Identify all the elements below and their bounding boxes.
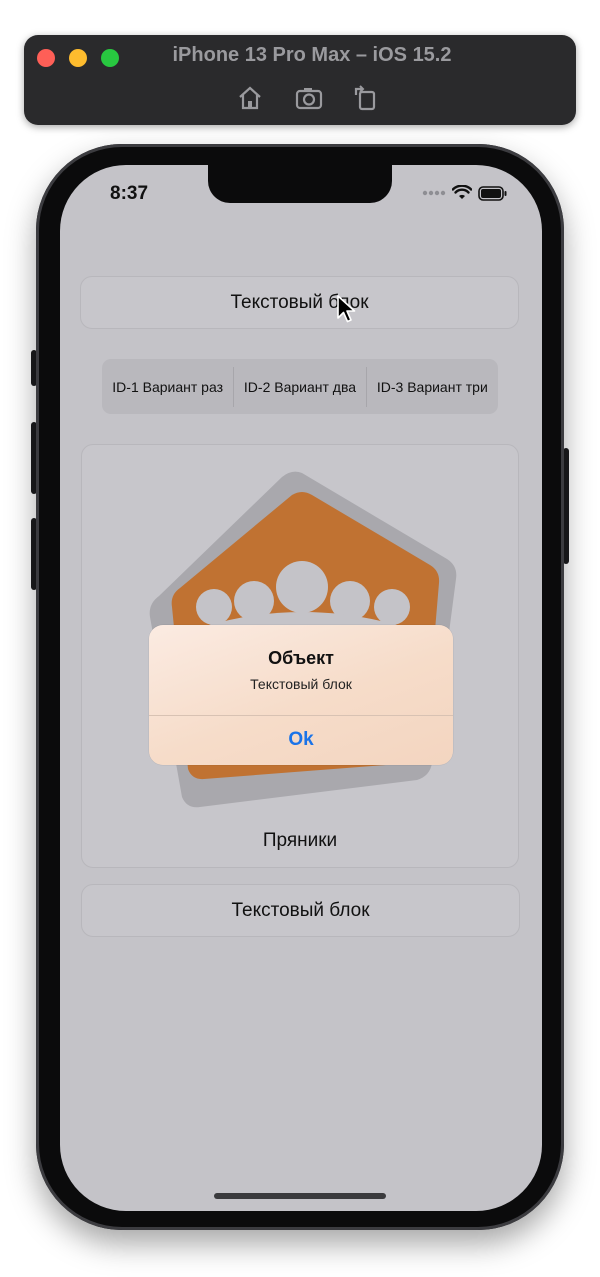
alert-dialog: Объект Текстовый блок Ok xyxy=(149,625,453,765)
segment-option-1[interactable]: ID-1 Вариант раз xyxy=(102,366,235,407)
simulator-title-bar: iPhone 13 Pro Max – iOS 15.2 xyxy=(24,35,576,125)
bottom-text-button-label: Текстовый блок xyxy=(231,899,370,921)
rotate-icon[interactable] xyxy=(351,83,381,113)
battery-icon xyxy=(478,185,507,201)
segmented-control[interactable]: ID-1 Вариант раз ID-2 Вариант два ID-3 В… xyxy=(102,359,498,414)
simulator-title: iPhone 13 Pro Max – iOS 15.2 xyxy=(172,44,452,66)
top-text-button[interactable]: Текстовый блок xyxy=(80,276,519,329)
alert-title: Объект xyxy=(268,648,334,668)
segment-option-2[interactable]: ID-2 Вариант два xyxy=(234,366,367,407)
wifi-icon xyxy=(452,185,472,199)
status-time: 8:37 xyxy=(110,183,149,204)
home-icon[interactable] xyxy=(235,83,265,113)
home-indicator[interactable] xyxy=(214,1193,386,1199)
segment-option-3[interactable]: ID-3 Вариант три xyxy=(367,367,498,407)
mouse-cursor-icon xyxy=(337,295,356,323)
notch xyxy=(208,165,392,203)
signal-dots-icon xyxy=(422,190,446,196)
screenshot-icon[interactable] xyxy=(294,83,324,113)
alert-message: Текстовый блок xyxy=(250,676,352,692)
bottom-text-button[interactable]: Текстовый блок xyxy=(81,884,520,937)
status-icons xyxy=(422,185,508,201)
card-label: Пряники xyxy=(262,830,338,851)
alert-ok-button[interactable]: Ok xyxy=(149,715,453,765)
